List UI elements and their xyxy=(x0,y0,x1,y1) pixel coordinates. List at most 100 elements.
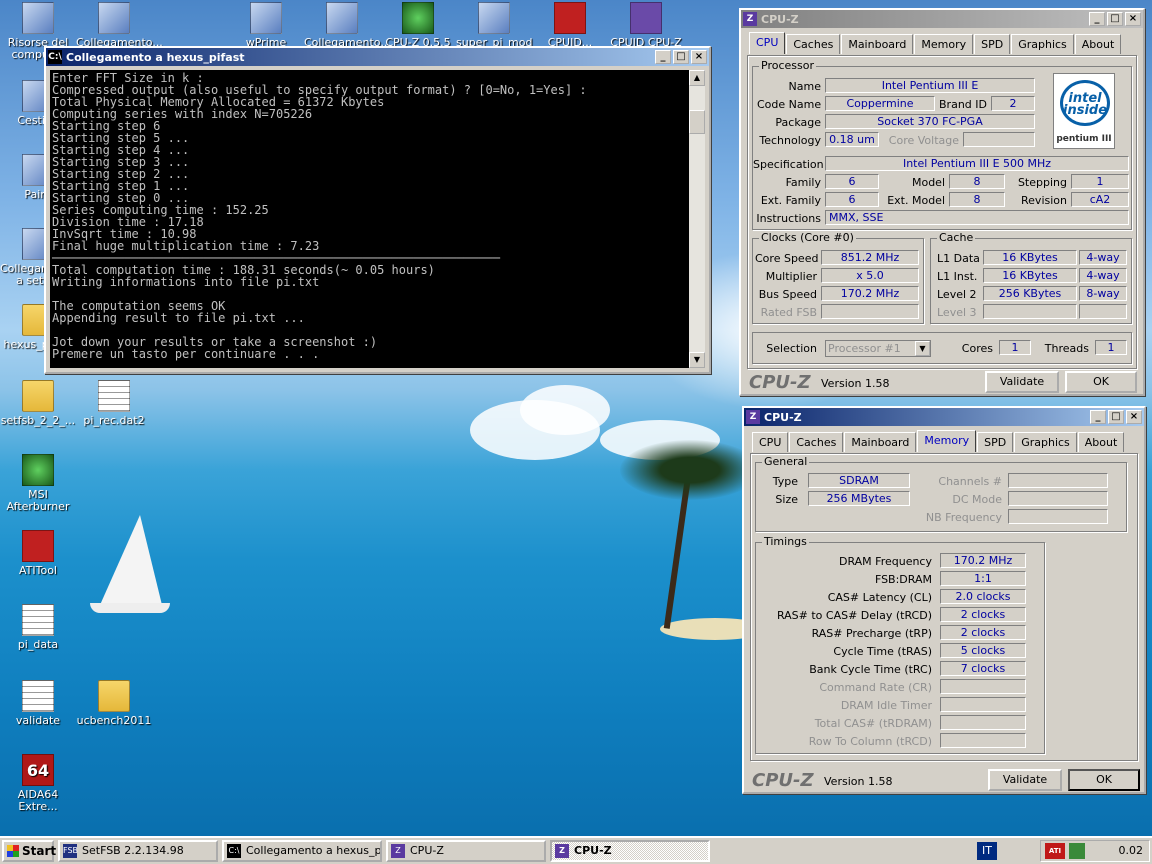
desktop-icon-shortcut-2[interactable]: Collegamento... xyxy=(304,2,391,49)
maximize-button[interactable]: □ xyxy=(1107,12,1123,26)
tab-mainboard[interactable]: Mainboard xyxy=(841,34,914,54)
selection-bar: Selection Processor #1 ▼ Cores 1 Threads… xyxy=(752,332,1132,364)
close-button[interactable]: × xyxy=(691,50,707,64)
processor-select[interactable]: Processor #1 ▼ xyxy=(825,340,931,357)
tab-spd[interactable]: SPD xyxy=(974,34,1011,54)
tab-about[interactable]: About xyxy=(1074,34,1122,54)
app-icon xyxy=(326,2,358,34)
taskbar-item-console[interactable]: C:\ Collegamento a hexus_pi... xyxy=(222,840,382,862)
desktop-icon-shortcut-1[interactable]: Collegamento... xyxy=(76,2,163,49)
cpuz-titlebar[interactable]: Z CPU-Z _ □ × xyxy=(744,408,1144,426)
start-button[interactable]: Start xyxy=(2,840,56,862)
clock[interactable]: 0.02 xyxy=(1119,844,1144,857)
desktop-icon-aida64[interactable]: 64 AIDA64 Extre... xyxy=(0,754,76,813)
desktop-icon-setfsb-folder[interactable]: setfsb_2_2_... xyxy=(0,380,76,427)
tab-spd[interactable]: SPD xyxy=(977,432,1014,452)
taskbar-item-cpuz-2[interactable]: Z CPU-Z xyxy=(550,840,710,862)
tab-caches[interactable]: Caches xyxy=(789,432,844,452)
desktop-icon-superpi[interactable]: super_pi_mod xyxy=(456,2,532,49)
taskbar-item-cpuz-1[interactable]: Z CPU-Z xyxy=(386,840,546,862)
timing-label: RAS# to CAS# Delay (tRCD) xyxy=(776,609,932,622)
tab-graphics[interactable]: Graphics xyxy=(1011,34,1074,54)
wallpaper-cloud xyxy=(520,385,610,435)
network-tray-icon[interactable] xyxy=(1069,843,1085,859)
console-title: Collegamento a hexus_pifast xyxy=(66,50,245,64)
cpu-tab-panel: Processor Name Intel Pentium III E Code … xyxy=(747,55,1137,369)
scroll-up-arrow-icon[interactable]: ▲ xyxy=(689,70,705,86)
level2-assoc: 8-way xyxy=(1079,286,1127,301)
tab-memory[interactable]: Memory xyxy=(914,34,974,54)
desktop-icon-cpuid[interactable]: CPUID... xyxy=(532,2,608,49)
ati-tray-icon[interactable]: ATI xyxy=(1045,843,1065,859)
desktop-icon-label: pi_data xyxy=(17,638,59,651)
timing-value: 2 clocks xyxy=(940,607,1026,622)
tab-mainboard[interactable]: Mainboard xyxy=(844,432,917,452)
desktop-icon-atitool[interactable]: ATITool xyxy=(0,530,76,577)
codename-value: Coppermine xyxy=(825,96,935,111)
console-titlebar[interactable]: C:\ Collegamento a hexus_pifast _ □ × xyxy=(46,48,709,66)
tab-cpu[interactable]: CPU xyxy=(749,32,786,54)
desktop-icon-pi-data[interactable]: pi_data xyxy=(0,604,76,651)
desktop-icon-validate[interactable]: validate xyxy=(0,680,76,727)
ok-button[interactable]: OK xyxy=(1068,769,1140,791)
validate-button[interactable]: Validate xyxy=(985,371,1059,393)
family-value: 6 xyxy=(825,174,879,189)
l1-inst-assoc: 4-way xyxy=(1079,268,1127,283)
desktop-icon-label: MSI Afterburner xyxy=(6,488,70,513)
chevron-down-icon[interactable]: ▼ xyxy=(915,341,930,356)
tab-memory[interactable]: Memory xyxy=(917,430,977,452)
windows-logo-icon xyxy=(7,845,19,857)
desktop-icon-cpuz-055[interactable]: CPU-Z 0.5.5 xyxy=(380,2,456,49)
console-icon: C:\ xyxy=(227,844,241,858)
lightning-icon xyxy=(554,2,586,34)
desktop-icon-afterburner[interactable]: MSI Afterburner xyxy=(0,454,76,513)
desktop-icon-ucbench[interactable]: ucbench2011 xyxy=(76,680,152,727)
desktop-icon-wprime[interactable]: wPrime xyxy=(228,2,304,49)
intel-pentium-logo: intel inside pentium III xyxy=(1053,73,1115,149)
tab-graphics[interactable]: Graphics xyxy=(1014,432,1077,452)
console-output[interactable]: Enter FFT Size in k : Compressed output (… xyxy=(50,70,689,368)
tab-cpu[interactable]: CPU xyxy=(752,432,789,452)
scroll-thumb[interactable] xyxy=(689,110,705,134)
desktop-icon-label: ATITool xyxy=(18,564,57,577)
rated-fsb-label: Rated FSB xyxy=(760,306,817,319)
ok-button[interactable]: OK xyxy=(1065,371,1137,393)
console-scrollbar[interactable]: ▲ ▼ xyxy=(689,70,705,368)
scroll-down-arrow-icon[interactable]: ▼ xyxy=(689,352,705,368)
console-window[interactable]: C:\ Collegamento a hexus_pifast _ □ × En… xyxy=(44,46,711,374)
desktop-icon-pi-rec[interactable]: pi_rec.dat2 xyxy=(76,380,152,427)
timing-value: 170.2 MHz xyxy=(940,553,1026,568)
cpuz-cpu-window[interactable]: Z CPU-Z _ □ × CPU Caches Mainboard Memor… xyxy=(739,8,1145,396)
minimize-button[interactable]: _ xyxy=(1089,12,1105,26)
level2-label: Level 2 xyxy=(937,288,977,301)
maximize-button[interactable]: □ xyxy=(1108,410,1124,424)
folder-icon xyxy=(22,380,54,412)
package-value: Socket 370 FC-PGA xyxy=(825,114,1035,129)
tab-about[interactable]: About xyxy=(1077,432,1125,452)
tab-caches[interactable]: Caches xyxy=(786,34,841,54)
multiplier-label: Multiplier xyxy=(765,270,817,283)
ext-model-label: Ext. Model xyxy=(887,194,945,207)
language-indicator[interactable]: IT xyxy=(977,842,997,860)
dc-mode-value xyxy=(1008,491,1108,506)
cpuz-memory-window[interactable]: Z CPU-Z _ □ × CPU Caches Mainboard Memor… xyxy=(742,406,1146,794)
maximize-button[interactable]: □ xyxy=(673,50,689,64)
desktop-icon-cpuid-cpuz[interactable]: CPUID CPU-Z xyxy=(608,2,684,49)
l1-data-assoc: 4-way xyxy=(1079,250,1127,265)
technology-value: 0.18 um xyxy=(825,132,879,147)
cpuz-tabs: CPU Caches Mainboard Memory SPD Graphics… xyxy=(749,32,1122,54)
minimize-button[interactable]: _ xyxy=(1090,410,1106,424)
minimize-button[interactable]: _ xyxy=(655,50,671,64)
wallpaper-boat-hull xyxy=(90,603,170,613)
close-button[interactable]: × xyxy=(1126,410,1142,424)
brandid-label: Brand ID xyxy=(939,98,987,111)
app-icon xyxy=(98,2,130,34)
validate-button[interactable]: Validate xyxy=(988,769,1062,791)
channels-value xyxy=(1008,473,1108,488)
close-button[interactable]: × xyxy=(1125,12,1141,26)
timing-value: 5 clocks xyxy=(940,643,1026,658)
cpuz-titlebar[interactable]: Z CPU-Z _ □ × xyxy=(741,10,1143,28)
taskbar: Start FSB SetFSB 2.2.134.98 C:\ Collegamen… xyxy=(0,836,1152,864)
taskbar-item-setfsb[interactable]: FSB SetFSB 2.2.134.98 xyxy=(58,840,218,862)
family-label: Family xyxy=(785,176,821,189)
